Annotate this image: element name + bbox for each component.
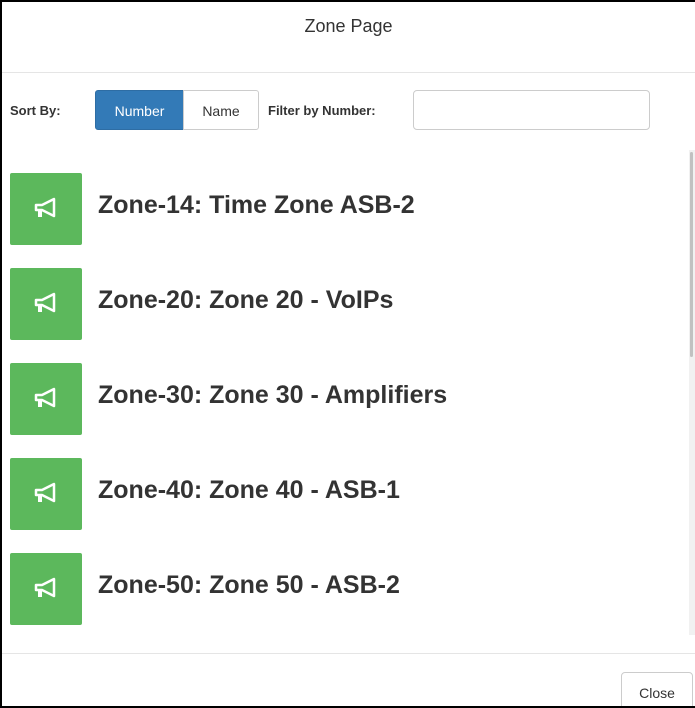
zone-list-scrollbar[interactable] [689,150,695,635]
sort-by-label: Sort By: [10,103,61,118]
modal-title: Zone Page [304,16,393,36]
zone-label: Zone-30: Zone 30 - Amplifiers [98,381,448,409]
zone-item-30[interactable]: Zone-30: Zone 30 - Amplifiers [10,363,670,435]
zone-label: Zone-20: Zone 20 - VoIPs [98,286,394,314]
zone-label: Zone-40: Zone 40 - ASB-1 [98,476,400,504]
sort-by-number-button[interactable]: Number [95,90,184,130]
filter-by-number-label: Filter by Number: [268,103,376,118]
megaphone-icon [10,363,82,435]
sort-filter-toolbar: Sort By: Number Name Filter by Number: [10,90,695,132]
zone-list: Zone-14: Time Zone ASB-2 Zone-20: Zone 2… [2,152,695,652]
megaphone-icon [10,553,82,625]
zone-item-50[interactable]: Zone-50: Zone 50 - ASB-2 [10,553,670,625]
megaphone-icon [10,173,82,245]
megaphone-icon [10,458,82,530]
modal-header: Zone Page [2,2,695,73]
zone-item-20[interactable]: Zone-20: Zone 20 - VoIPs [10,268,670,340]
zone-page-modal: Zone Page Sort By: Number Name Filter by… [0,0,695,708]
close-button[interactable]: Close [621,672,693,706]
zone-label: Zone-14: Time Zone ASB-2 [98,191,415,219]
megaphone-icon [10,268,82,340]
scrollbar-thumb[interactable] [690,152,693,357]
zone-item-14[interactable]: Zone-14: Time Zone ASB-2 [10,173,670,245]
filter-by-number-input[interactable] [413,90,650,130]
modal-footer: Close [2,653,695,706]
zone-label: Zone-50: Zone 50 - ASB-2 [98,571,400,599]
zone-item-40[interactable]: Zone-40: Zone 40 - ASB-1 [10,458,670,530]
sort-by-name-button[interactable]: Name [183,90,259,130]
